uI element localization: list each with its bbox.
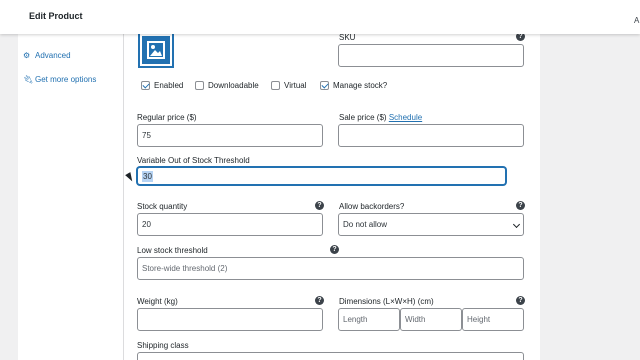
sale-price-label: Sale price ($) Schedule	[339, 113, 422, 122]
sale-price-label-text: Sale price ($)	[339, 113, 387, 122]
backorders-selected-value: Do not allow	[343, 220, 388, 229]
weight-label: Weight (kg)	[137, 297, 178, 306]
schedule-link[interactable]: Schedule	[389, 113, 422, 122]
checkbox-empty-icon	[271, 81, 280, 90]
sale-price-input[interactable]	[338, 124, 524, 147]
header-edge-text: A	[634, 16, 640, 25]
low-stock-threshold-label: Low stock threshold	[137, 246, 208, 255]
height-input[interactable]: Height	[462, 308, 524, 331]
manage-stock-label: Manage stock?	[333, 81, 388, 90]
sku-label: SKU	[339, 33, 356, 42]
shipping-class-label: Shipping class	[137, 341, 189, 350]
checkbox-checked-icon	[320, 81, 329, 90]
threshold-value: 30	[142, 170, 153, 182]
checkbox-empty-icon	[195, 81, 204, 90]
shipping-class-select[interactable]	[137, 352, 524, 360]
variation-image-button[interactable]	[138, 32, 174, 68]
checkbox-checked-icon	[141, 81, 150, 90]
manage-stock-checkbox[interactable]: Manage stock?	[320, 81, 387, 90]
stock-quantity-label: Stock quantity	[137, 202, 188, 211]
downloadable-checkbox[interactable]: Downloadable	[195, 81, 259, 90]
regular-price-label: Regular price ($)	[137, 113, 197, 122]
image-placeholder-icon	[142, 36, 170, 64]
help-icon[interactable]: ?	[315, 296, 324, 305]
help-icon[interactable]: ?	[330, 245, 339, 254]
left-gutter	[0, 34, 18, 360]
page-title: Edit Product	[29, 11, 83, 21]
plug-icon: 🔌︎	[23, 74, 34, 84]
width-input[interactable]: Width	[400, 308, 462, 331]
length-placeholder: Length	[343, 315, 368, 324]
height-placeholder: Height	[467, 315, 491, 324]
enabled-label: Enabled	[154, 81, 184, 90]
top-bar: Edit Product A	[0, 0, 640, 34]
weight-input[interactable]	[137, 308, 323, 331]
sidebar-item-advanced[interactable]: ⚙ Advanced	[23, 49, 71, 61]
out-of-stock-threshold-input[interactable]: 30	[137, 167, 506, 185]
allow-backorders-select[interactable]: Do not allow	[338, 213, 524, 236]
help-icon[interactable]: ?	[315, 201, 324, 210]
chevron-down-icon	[512, 220, 521, 229]
virtual-label: Virtual	[284, 81, 307, 90]
virtual-checkbox[interactable]: Virtual	[271, 81, 307, 90]
help-icon[interactable]: ?	[516, 201, 525, 210]
width-placeholder: Width	[405, 315, 426, 324]
low-stock-placeholder: Store-wide threshold (2)	[142, 264, 228, 273]
right-gutter	[540, 34, 640, 360]
variation-sidebar: ⚙ Advanced 🔌︎ Get more options	[18, 34, 124, 360]
regular-price-input[interactable]: 75	[137, 124, 323, 147]
downloadable-label: Downloadable	[208, 81, 259, 90]
sidebar-item-label: Advanced	[35, 50, 71, 60]
low-stock-threshold-input[interactable]: Store-wide threshold (2)	[137, 257, 524, 280]
help-icon[interactable]: ?	[516, 296, 525, 305]
sidebar-item-label: Get more options	[35, 74, 97, 84]
length-input[interactable]: Length	[338, 308, 400, 331]
dimensions-label: Dimensions (L×W×H) (cm)	[339, 297, 434, 306]
allow-backorders-label: Allow backorders?	[339, 202, 405, 211]
sidebar-item-get-more-options[interactable]: 🔌︎ Get more options	[23, 73, 96, 85]
enabled-checkbox[interactable]: Enabled	[141, 81, 183, 90]
out-of-stock-threshold-label: Variable Out of Stock Threshold	[137, 156, 250, 165]
stock-quantity-input[interactable]: 20	[137, 213, 323, 236]
gear-icon: ⚙	[23, 50, 31, 60]
sku-input[interactable]	[338, 44, 524, 67]
